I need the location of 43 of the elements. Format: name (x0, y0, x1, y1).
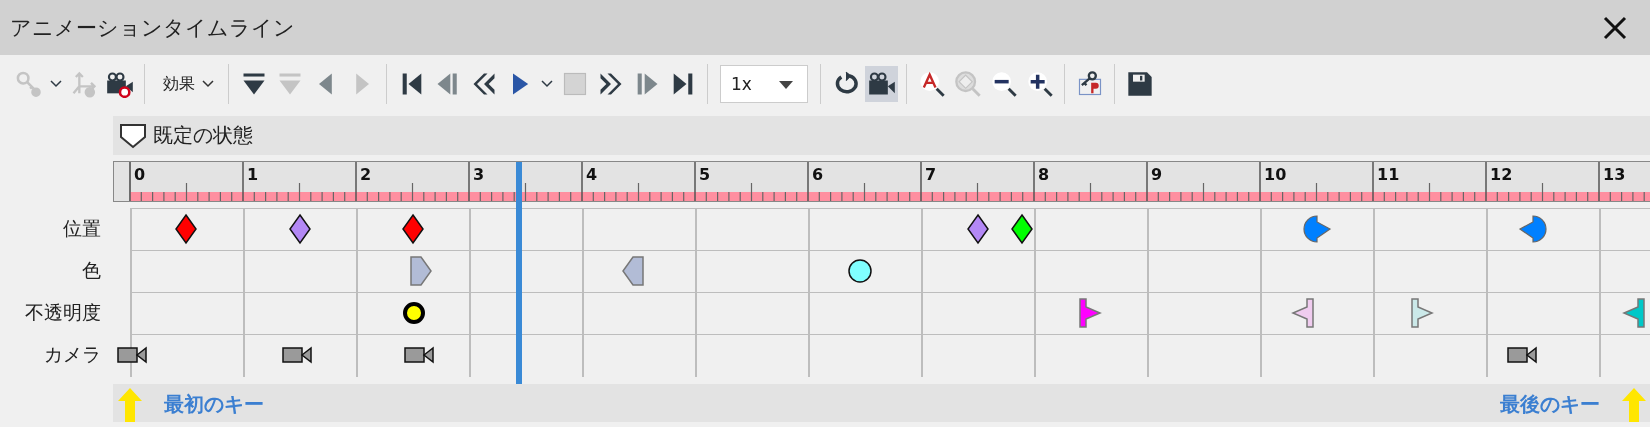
half-disc-key-icon[interactable] (1517, 212, 1548, 246)
ruler-label: 3 (473, 165, 485, 184)
marker-label: 最後のキー (1500, 391, 1600, 418)
window-title: アニメーションタイムライン (10, 14, 295, 42)
ruler-label: 10 (1264, 165, 1287, 184)
save-icon (1125, 70, 1154, 98)
up-arrow-icon (118, 388, 142, 422)
ruler-label: 11 (1377, 165, 1400, 184)
ruler-label: 8 (1038, 165, 1050, 184)
zoom-out-icon (989, 70, 1018, 98)
ruler-label: 0 (134, 165, 146, 184)
track-label: 色 (81, 258, 102, 283)
key-icon (14, 70, 43, 98)
zoom-in-icon (1025, 70, 1054, 98)
magnifier-icon (917, 70, 946, 98)
ruler-label: 6 (812, 165, 824, 184)
close-icon (1602, 14, 1628, 41)
camera-record-icon (105, 70, 134, 98)
camera-button[interactable] (865, 66, 898, 102)
ruler-label: 13 (1603, 165, 1626, 184)
marker-label: 最初のキー (164, 391, 264, 418)
chevron-icon (202, 80, 214, 88)
ruler-label: 1 (247, 165, 259, 184)
magnifier-icon (953, 70, 982, 98)
track-label: 不透明度 (24, 300, 102, 325)
track-label: カメラ (43, 342, 102, 367)
ruler-label: 12 (1490, 165, 1513, 184)
ruler-label: 9 (1151, 165, 1163, 184)
state-label: 既定の状態 (153, 122, 253, 149)
chevron-icon (541, 80, 553, 88)
effects-menu-button[interactable]: 効果 (153, 69, 197, 99)
speed-select[interactable]: 1x (720, 65, 808, 103)
ruler-label: 2 (360, 165, 372, 184)
ruler-label: 4 (586, 165, 598, 184)
track-label: 位置 (62, 216, 102, 241)
ruler-label: 5 (699, 165, 711, 184)
chevron-icon (50, 80, 62, 88)
up-arrow-icon (1622, 388, 1646, 422)
half-disc-key-icon[interactable] (1302, 212, 1333, 246)
ruler-label: 7 (925, 165, 937, 184)
shield-icon (119, 122, 147, 149)
camera-icon (867, 70, 896, 98)
playhead[interactable] (516, 162, 523, 384)
